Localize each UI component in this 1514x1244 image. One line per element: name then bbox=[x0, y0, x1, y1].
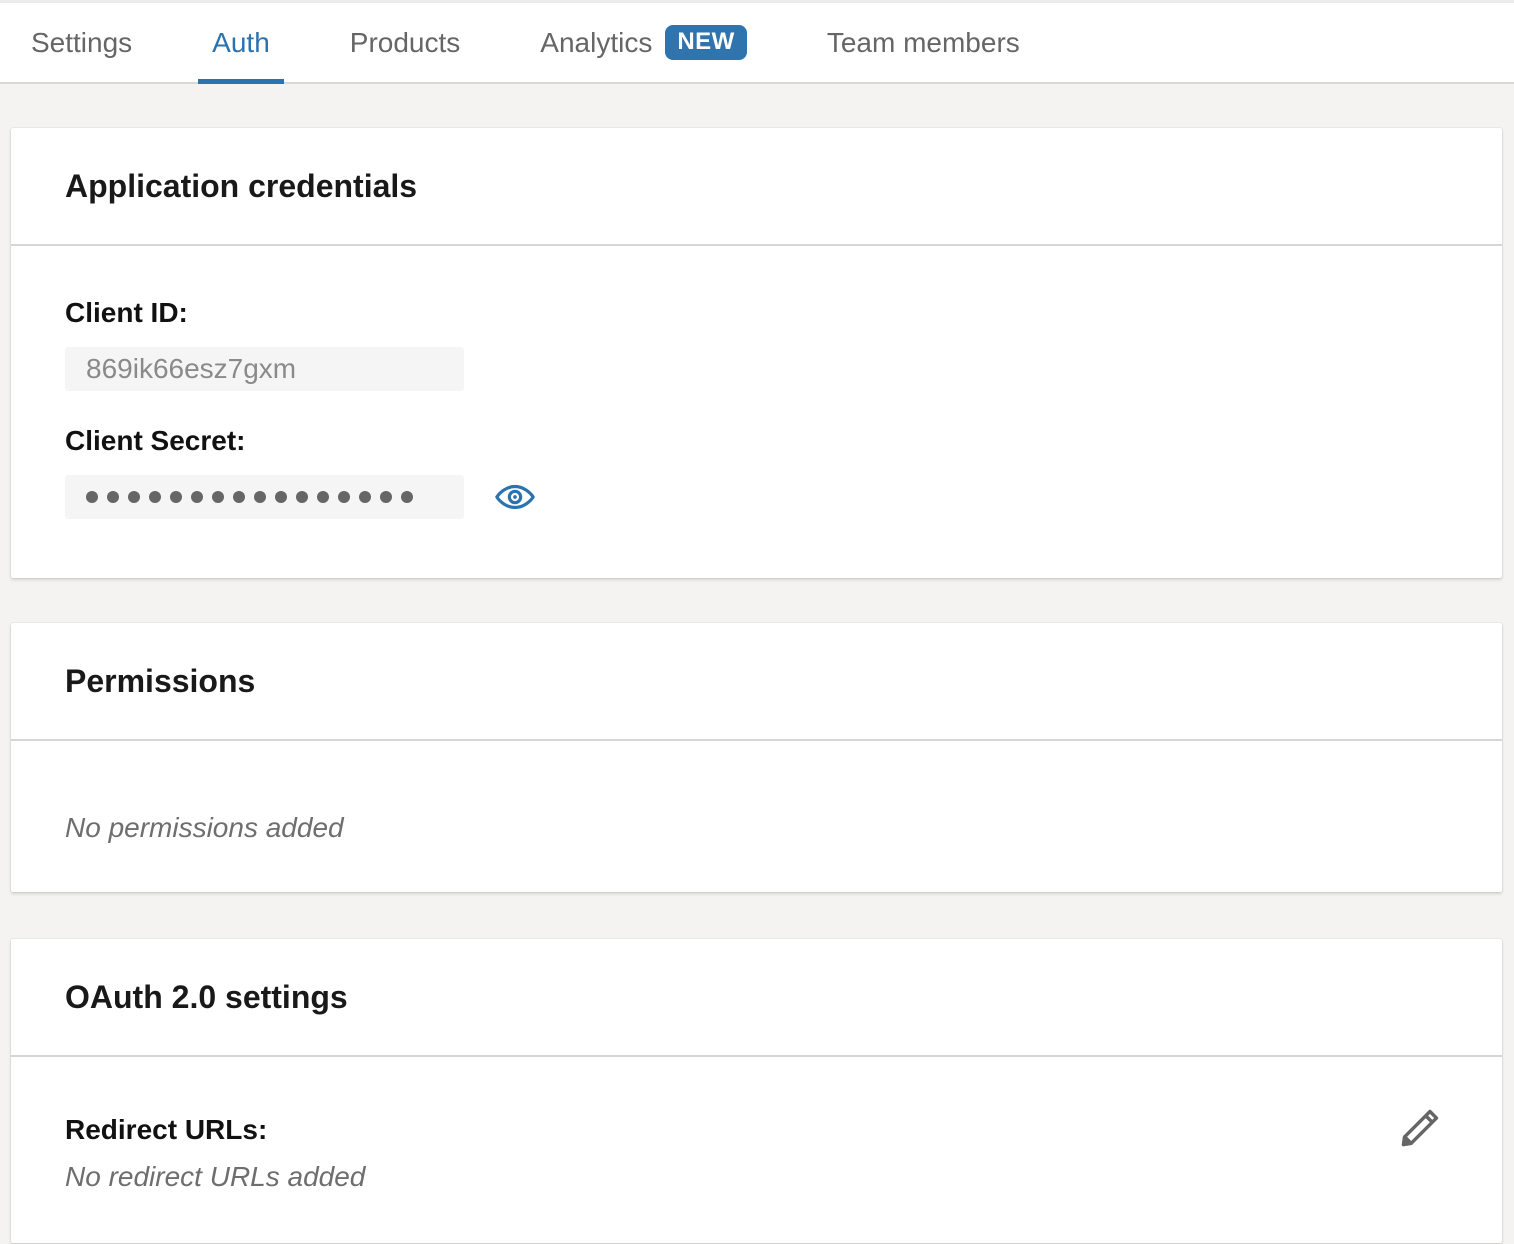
oauth-settings-card: OAuth 2.0 settings Redirect URLs: No red… bbox=[11, 939, 1502, 1243]
permissions-body: No permissions added bbox=[11, 741, 1502, 892]
tab-auth[interactable]: Auth bbox=[212, 3, 270, 82]
redirect-urls-empty-text: No redirect URLs added bbox=[65, 1160, 365, 1193]
client-secret-masked-value bbox=[86, 491, 413, 503]
client-id-label: Client ID: bbox=[65, 296, 1448, 329]
tab-analytics-label: Analytics bbox=[540, 27, 652, 59]
tab-settings-label: Settings bbox=[31, 27, 132, 59]
tab-settings[interactable]: Settings bbox=[31, 3, 132, 82]
permissions-card: Permissions No permissions added bbox=[11, 623, 1502, 892]
application-credentials-body: Client ID: 869ik66esz7gxm Client Secret: bbox=[11, 246, 1502, 578]
tab-products[interactable]: Products bbox=[350, 3, 461, 82]
client-secret-row bbox=[65, 457, 1448, 519]
oauth-settings-body: Redirect URLs: No redirect URLs added bbox=[11, 1057, 1502, 1243]
application-credentials-title: Application credentials bbox=[11, 128, 1502, 246]
redirect-urls-group: Redirect URLs: No redirect URLs added bbox=[65, 1113, 365, 1193]
new-badge: NEW bbox=[665, 25, 747, 60]
client-secret-field[interactable] bbox=[65, 475, 464, 519]
client-id-field[interactable]: 869ik66esz7gxm bbox=[65, 347, 464, 391]
eye-icon bbox=[495, 481, 535, 513]
reveal-secret-button[interactable] bbox=[495, 477, 535, 517]
client-id-value: 869ik66esz7gxm bbox=[86, 353, 296, 385]
tab-team-members[interactable]: Team members bbox=[827, 3, 1020, 82]
oauth-settings-title: OAuth 2.0 settings bbox=[11, 939, 1502, 1057]
tab-team-members-label: Team members bbox=[827, 27, 1020, 59]
tab-products-label: Products bbox=[350, 27, 461, 59]
client-secret-label: Client Secret: bbox=[65, 424, 1448, 457]
application-credentials-card: Application credentials Client ID: 869ik… bbox=[11, 128, 1502, 578]
redirect-urls-label: Redirect URLs: bbox=[65, 1113, 365, 1146]
tab-auth-label: Auth bbox=[212, 27, 270, 59]
pencil-icon bbox=[1397, 1105, 1443, 1151]
edit-redirect-urls-button[interactable] bbox=[1397, 1105, 1443, 1151]
tab-analytics[interactable]: Analytics NEW bbox=[540, 3, 747, 82]
permissions-empty-text: No permissions added bbox=[65, 811, 1448, 844]
tab-bar: Settings Auth Products Analytics NEW Tea… bbox=[0, 0, 1514, 84]
permissions-title: Permissions bbox=[11, 623, 1502, 741]
